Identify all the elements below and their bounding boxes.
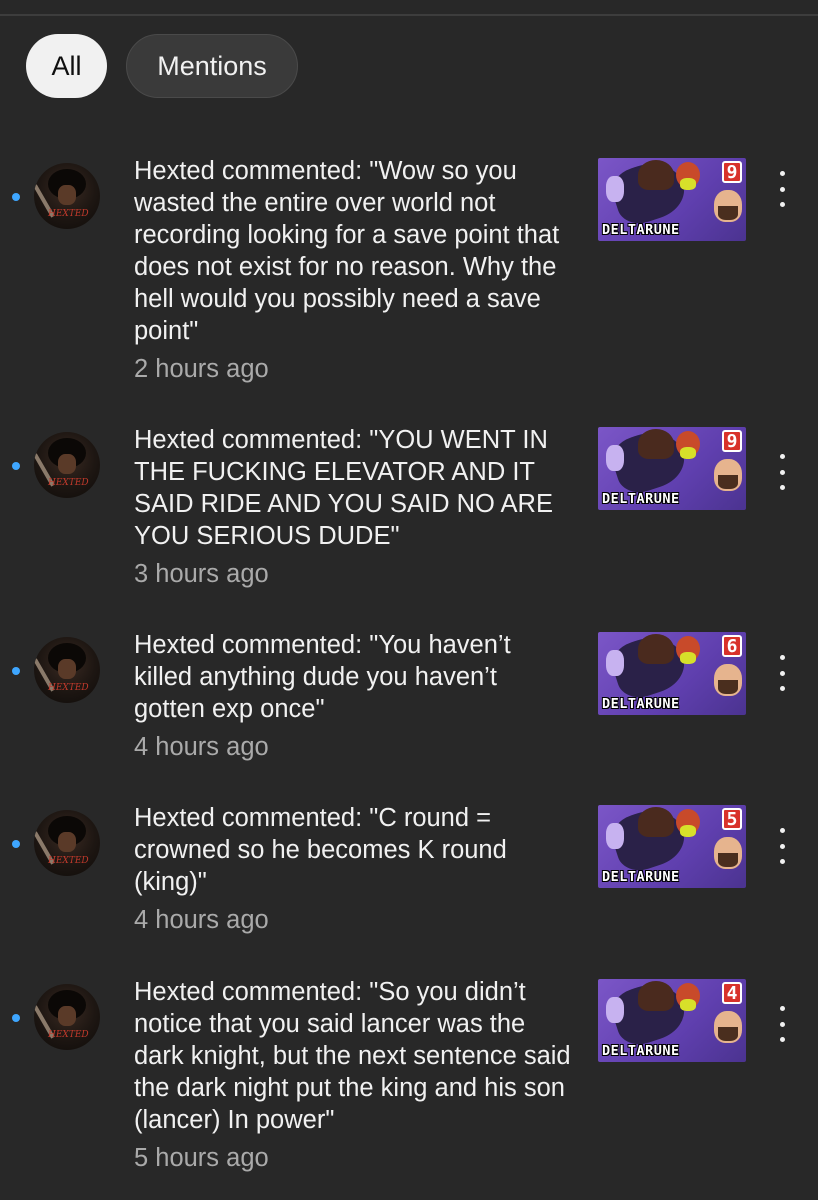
thumbnail-title: DELTARUNE <box>602 222 680 238</box>
notification-text: Hexted commented: "Wow so you wasted the… <box>134 157 560 345</box>
avatar[interactable]: HEXTED <box>34 163 100 229</box>
video-thumbnail[interactable]: 4 DELTARUNE <box>598 979 746 1062</box>
unread-dot <box>12 1014 20 1022</box>
avatar-tag: HEXTED <box>48 683 89 693</box>
avatar[interactable]: HEXTED <box>34 810 100 876</box>
notification-text-block: Hexted commented: "You haven’t killed an… <box>134 629 574 763</box>
video-thumbnail[interactable]: 6 DELTARUNE <box>598 632 746 715</box>
filter-chip-all[interactable]: All <box>26 34 107 98</box>
episode-number: 9 <box>722 430 742 452</box>
notification-time: 2 hours ago <box>134 355 269 383</box>
episode-number: 4 <box>722 982 742 1004</box>
episode-number: 9 <box>722 161 742 183</box>
unread-dot <box>12 462 20 470</box>
notification-text: Hexted commented: "YOU WENT IN THE FUCKI… <box>134 426 553 550</box>
notification-time: 5 hours ago <box>134 1144 269 1172</box>
avatar[interactable]: HEXTED <box>34 637 100 703</box>
top-divider <box>0 14 818 16</box>
unread-dot <box>12 840 20 848</box>
notification-time: 4 hours ago <box>134 733 269 761</box>
notification-text: Hexted commented: "C round = crowned so … <box>134 804 507 896</box>
thumbnail-title: DELTARUNE <box>602 1043 680 1059</box>
thumbnail-title: DELTARUNE <box>602 869 680 885</box>
unread-dot <box>12 667 20 675</box>
notification-text: Hexted commented: "So you didn’t notice … <box>134 978 571 1134</box>
avatar-tag: HEXTED <box>48 478 89 488</box>
notification-text: Hexted commented: "You haven’t killed an… <box>134 631 511 723</box>
video-thumbnail[interactable]: 9 DELTARUNE <box>598 427 746 510</box>
notification-text-block: Hexted commented: "Wow so you wasted the… <box>134 155 574 385</box>
avatar-tag: HEXTED <box>48 1030 89 1040</box>
more-options-icon[interactable] <box>772 655 792 691</box>
notification-time: 3 hours ago <box>134 560 269 588</box>
notification-text-block: Hexted commented: "YOU WENT IN THE FUCKI… <box>134 424 574 590</box>
more-options-icon[interactable] <box>772 828 792 864</box>
avatar[interactable]: HEXTED <box>34 984 100 1050</box>
episode-number: 5 <box>722 808 742 830</box>
episode-number: 6 <box>722 635 742 657</box>
video-thumbnail[interactable]: 9 DELTARUNE <box>598 158 746 241</box>
filter-chips: All Mentions <box>26 34 298 98</box>
more-options-icon[interactable] <box>772 1006 792 1042</box>
unread-dot <box>12 193 20 201</box>
more-options-icon[interactable] <box>772 171 792 207</box>
notification-text-block: Hexted commented: "C round = crowned so … <box>134 802 574 936</box>
avatar-tag: HEXTED <box>48 856 89 866</box>
filter-chip-mentions[interactable]: Mentions <box>126 34 298 98</box>
more-options-icon[interactable] <box>772 454 792 490</box>
notification-text-block: Hexted commented: "So you didn’t notice … <box>134 976 574 1174</box>
avatar-tag: HEXTED <box>48 209 89 219</box>
thumbnail-title: DELTARUNE <box>602 491 680 507</box>
video-thumbnail[interactable]: 5 DELTARUNE <box>598 805 746 888</box>
notification-time: 4 hours ago <box>134 906 269 934</box>
avatar[interactable]: HEXTED <box>34 432 100 498</box>
thumbnail-title: DELTARUNE <box>602 696 680 712</box>
